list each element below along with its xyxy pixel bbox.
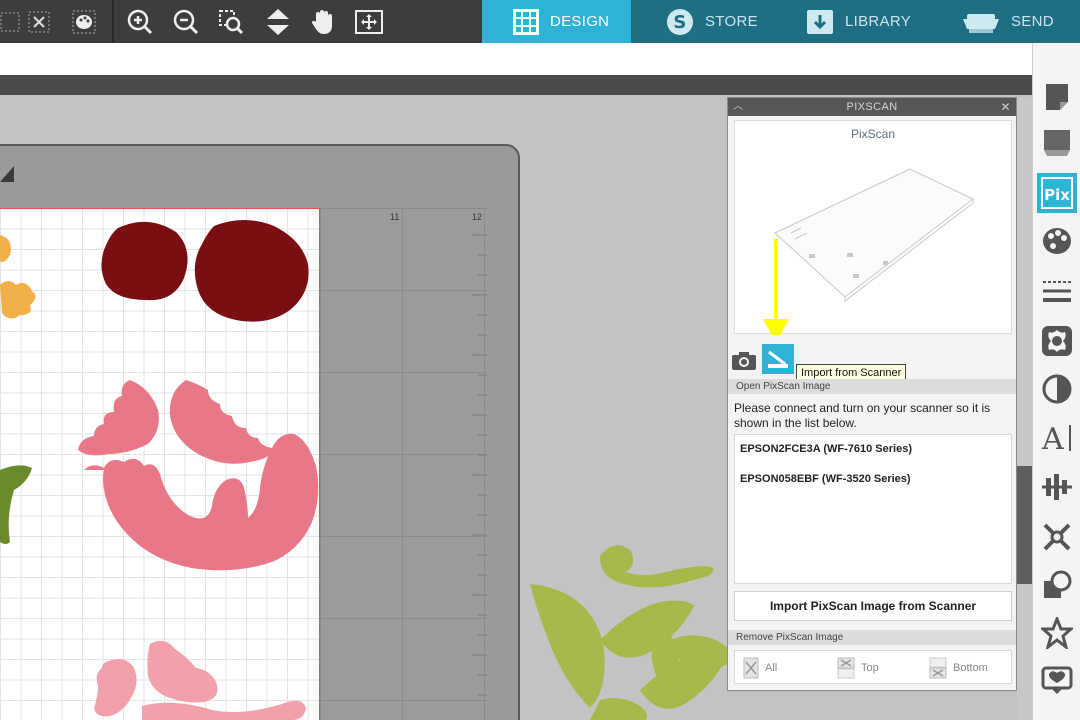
zoom-out-icon[interactable] xyxy=(170,6,202,38)
orange-flower-shape[interactable] xyxy=(0,235,36,319)
pink-petal-left[interactable] xyxy=(78,380,159,456)
top-toolbar: DESIGN S STORE LIBRARY SEND xyxy=(0,0,1080,43)
svg-text:A: A xyxy=(1041,422,1064,453)
pan-hand-icon[interactable] xyxy=(307,6,339,38)
fit-to-window-icon[interactable] xyxy=(262,6,294,38)
svg-text:Pix: Pix xyxy=(1044,186,1070,204)
pixscan-panel-header: ︿ PIXSCAN ✕ xyxy=(728,98,1016,116)
store-icon[interactable] xyxy=(1037,661,1077,701)
green-leaf-left[interactable] xyxy=(0,465,32,544)
grid-icon xyxy=(513,8,539,35)
modify-icon[interactable] xyxy=(1037,565,1077,605)
delete-selection-icon[interactable] xyxy=(23,6,55,38)
remove-bottom-label: Bottom xyxy=(953,662,988,674)
close-icon[interactable]: ✕ xyxy=(1001,98,1011,116)
tab-send-label: SEND xyxy=(1011,13,1054,30)
pink-petal-right[interactable] xyxy=(169,380,273,464)
light-pink-petal-right[interactable] xyxy=(147,640,218,703)
page-setup-icon[interactable] xyxy=(1037,77,1077,117)
align-icon[interactable] xyxy=(1037,467,1077,507)
import-from-scanner-button[interactable] xyxy=(762,344,794,374)
pixscan-icon[interactable]: Pix xyxy=(1037,173,1077,213)
scanner-list: EPSON2FCE3A (WF-7610 Series) EPSON058EBF… xyxy=(734,434,1012,584)
import-pixscan-button[interactable]: Import PixScan Image from Scanner xyxy=(734,591,1012,621)
trace-icon[interactable] xyxy=(1037,517,1077,557)
collapse-chevron-icon[interactable]: ︿ xyxy=(733,98,743,116)
remove-bottom-button[interactable]: Bottom xyxy=(929,656,988,680)
remove-all-label: All xyxy=(765,662,778,674)
dark-red-shape-right[interactable] xyxy=(194,220,309,322)
library-star-icon[interactable] xyxy=(1037,613,1077,653)
canvas-frame-bar xyxy=(0,75,1032,95)
pixscan-mat-illustration xyxy=(763,168,974,335)
camera-icon[interactable] xyxy=(730,350,758,372)
scanner-item-epson-3520[interactable]: EPSON058EBF (WF-3520 Series) xyxy=(735,465,1011,495)
pixscan-panel: ︿ PIXSCAN ✕ PixScan Import from Scanner … xyxy=(727,97,1017,691)
panel-title: PIXSCAN xyxy=(846,101,898,113)
tab-design[interactable]: DESIGN xyxy=(482,0,631,43)
open-pixscan-section-header: Open PixScan Image xyxy=(728,379,1016,394)
palette-icon[interactable] xyxy=(68,6,100,38)
offset-icon[interactable] xyxy=(1037,321,1077,361)
remove-top-icon xyxy=(837,657,855,679)
line-style-icon[interactable] xyxy=(1037,271,1077,311)
remove-pixscan-buttons: All Top Bottom xyxy=(734,650,1012,684)
transparency-icon[interactable] xyxy=(1037,369,1077,409)
silhouette-studio-window: DESIGN S STORE LIBRARY SEND 11 12 ︿ PIXS… xyxy=(0,0,1080,720)
annotation-arrow-head xyxy=(763,319,789,335)
move-icon[interactable] xyxy=(353,6,385,38)
scrollbar-thumb[interactable] xyxy=(1017,466,1032,584)
text-style-icon[interactable]: A xyxy=(1037,417,1077,457)
remove-all-icon xyxy=(743,657,759,679)
pixscan-preview: PixScan xyxy=(734,120,1012,335)
scanner-instructions: Please connect and turn on your scanner … xyxy=(734,401,991,430)
ruler-ticks xyxy=(472,234,487,696)
scanner-item-epson-7610[interactable]: EPSON2FCE3A (WF-7610 Series) xyxy=(735,435,1011,465)
remove-pixscan-section-header: Remove PixScan Image xyxy=(728,630,1016,645)
dark-red-shape-left[interactable] xyxy=(101,221,188,301)
toolbar-separator xyxy=(112,0,114,43)
zoom-selection-icon[interactable] xyxy=(215,6,247,38)
tab-library-label: LIBRARY xyxy=(845,13,912,30)
library-download-icon xyxy=(807,9,833,34)
remove-top-label: Top xyxy=(861,662,879,674)
cutter-machine-icon xyxy=(963,13,999,33)
fill-color-icon[interactable] xyxy=(1037,221,1077,261)
send-panel-icon[interactable] xyxy=(1037,123,1077,163)
tab-store-label: STORE xyxy=(705,13,758,30)
remove-bottom-icon xyxy=(929,657,947,679)
vertical-scrollbar[interactable] xyxy=(1017,97,1032,720)
remove-top-button[interactable]: Top xyxy=(837,656,879,680)
light-pink-petal-left[interactable] xyxy=(94,659,137,717)
tab-store[interactable]: S STORE xyxy=(631,0,783,43)
light-pink-petal-bottom[interactable] xyxy=(142,700,306,720)
tab-library[interactable]: LIBRARY xyxy=(783,0,931,43)
remove-all-button[interactable]: All xyxy=(743,656,777,680)
page-top-strip xyxy=(0,43,1032,75)
zoom-in-icon[interactable] xyxy=(124,6,156,38)
green-leaf-cluster[interactable] xyxy=(530,545,736,720)
scanner-icon xyxy=(768,350,788,368)
tab-send[interactable]: SEND xyxy=(931,0,1080,43)
svg-text:S: S xyxy=(673,12,686,33)
tab-design-label: DESIGN xyxy=(550,13,610,30)
store-s-icon: S xyxy=(667,8,693,35)
right-tool-strip: Pix A xyxy=(1032,43,1080,720)
